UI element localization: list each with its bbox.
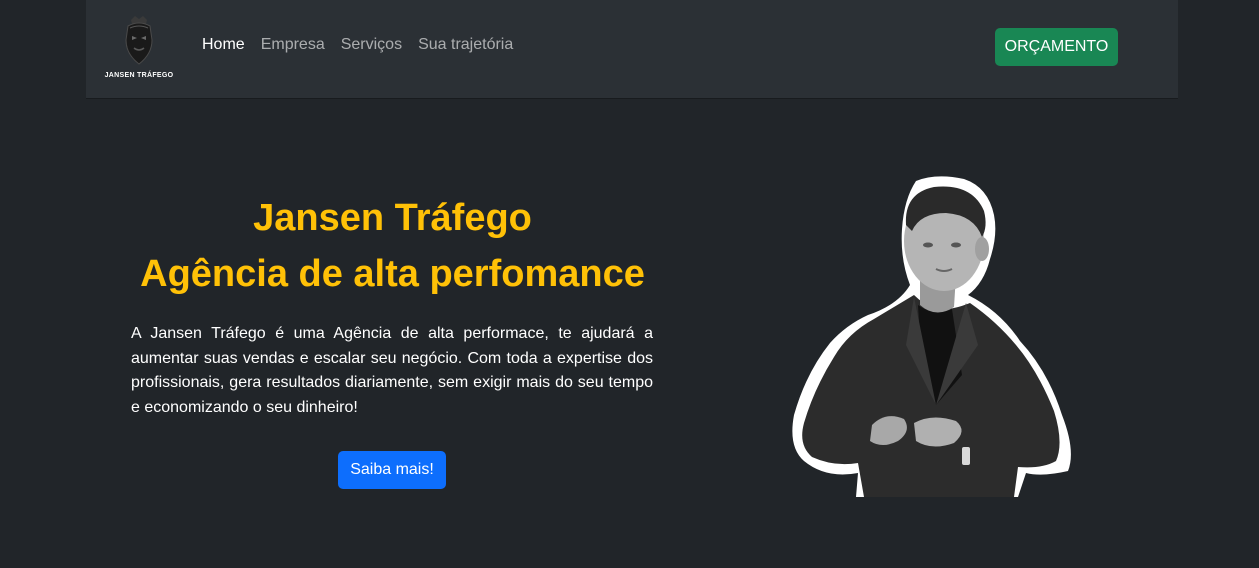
orcamento-button[interactable]: ORÇAMENTO (995, 28, 1118, 66)
brand-logo[interactable]: JANSEN TRÁFEGO (104, 14, 174, 84)
hero-description: A Jansen Tráfego é uma Agência de alta p… (131, 325, 653, 416)
hero-subtitle: Agência de alta perfomance (140, 253, 645, 295)
nav-links: Home Empresa Serviços Sua trajetória (202, 36, 513, 54)
navbar: JANSEN TRÁFEGO Home Empresa Serviços Sua… (86, 0, 1178, 98)
nav-link-empresa[interactable]: Empresa (261, 36, 325, 54)
nav-link-sua-trajetoria[interactable]: Sua trajetória (418, 36, 513, 54)
portrait-image (786, 175, 1076, 497)
hero-title: Jansen Tráfego (253, 197, 532, 239)
saiba-mais-button[interactable]: Saiba mais! (338, 451, 446, 489)
mask-logo-icon (125, 16, 153, 65)
nav-link-home[interactable]: Home (202, 36, 245, 54)
logo-text: JANSEN TRÁFEGO (104, 72, 174, 79)
nav-link-servicos[interactable]: Serviços (341, 36, 402, 54)
